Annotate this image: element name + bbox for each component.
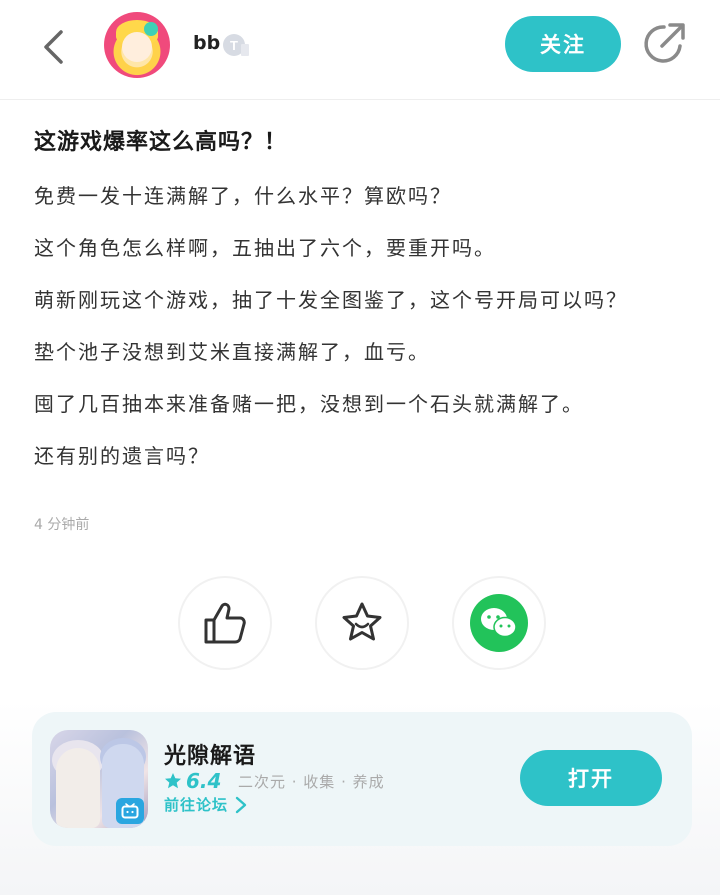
post-line: 萌新刚玩这个游戏，抽了十发全图鉴了，这个号开局可以吗？ (34, 288, 628, 312)
post-detail-page: bb T 关注 这游戏爆率这么高吗？！ 免费一发十连满解了，什么水平？算欧吗？ … (0, 0, 720, 895)
tv-icon (116, 798, 144, 824)
post-line: 这个角色怎么样啊，五抽出了六个，要重开吗。 (34, 236, 496, 260)
post-timestamp: 4 分钟前 (34, 517, 90, 533)
forum-link-label: 前往论坛 (164, 796, 229, 814)
chevron-left-icon (44, 30, 63, 64)
rating-score: 6.4 (186, 769, 222, 793)
like-button[interactable] (178, 576, 272, 670)
chevron-right-icon (235, 796, 247, 813)
share-icon (644, 23, 685, 63)
thumbs-up-icon (204, 602, 246, 644)
game-tags: 二次元 · 收集 · 养成 (238, 773, 385, 791)
post-line: 囤了几百抽本来准备赌一把，没想到一个石头就满解了。 (34, 392, 584, 416)
follow-button[interactable]: 关注 (505, 16, 621, 72)
post-line: 还有别的遗言吗？ (34, 444, 210, 468)
share-button[interactable] (640, 20, 688, 68)
wechat-icon (470, 594, 528, 652)
game-rating: 6.4 (164, 768, 221, 794)
username[interactable]: bb (193, 32, 220, 54)
wechat-share-button[interactable] (452, 576, 546, 670)
open-game-button[interactable]: 打开 (520, 750, 662, 806)
avatar[interactable] (104, 12, 170, 78)
post-line: 垫个池子没想到艾米直接满解了，血亏。 (34, 340, 430, 364)
forum-link[interactable]: 前往论坛 (164, 794, 248, 815)
svg-text:T: T (230, 38, 238, 53)
post-line: 免费一发十连满解了，什么水平？算欧吗？ (34, 184, 452, 208)
game-name: 光隙解语 (164, 744, 257, 769)
game-icon[interactable] (50, 730, 148, 828)
star-icon (165, 773, 181, 789)
level-badge-icon: T (223, 34, 249, 56)
post-body: 免费一发十连满解了，什么水平？算欧吗？ 这个角色怎么样啊，五抽出了六个，要重开吗… (34, 170, 684, 482)
header-bar: bb T 关注 (0, 0, 720, 100)
back-button[interactable] (30, 24, 76, 70)
game-card[interactable]: 光隙解语 6.4 二次元 · 收集 · 养成 前往论坛 打开 (32, 712, 692, 846)
star-icon (342, 602, 382, 641)
favorite-button[interactable] (315, 576, 409, 670)
post-title: 这游戏爆率这么高吗？！ (34, 130, 288, 155)
